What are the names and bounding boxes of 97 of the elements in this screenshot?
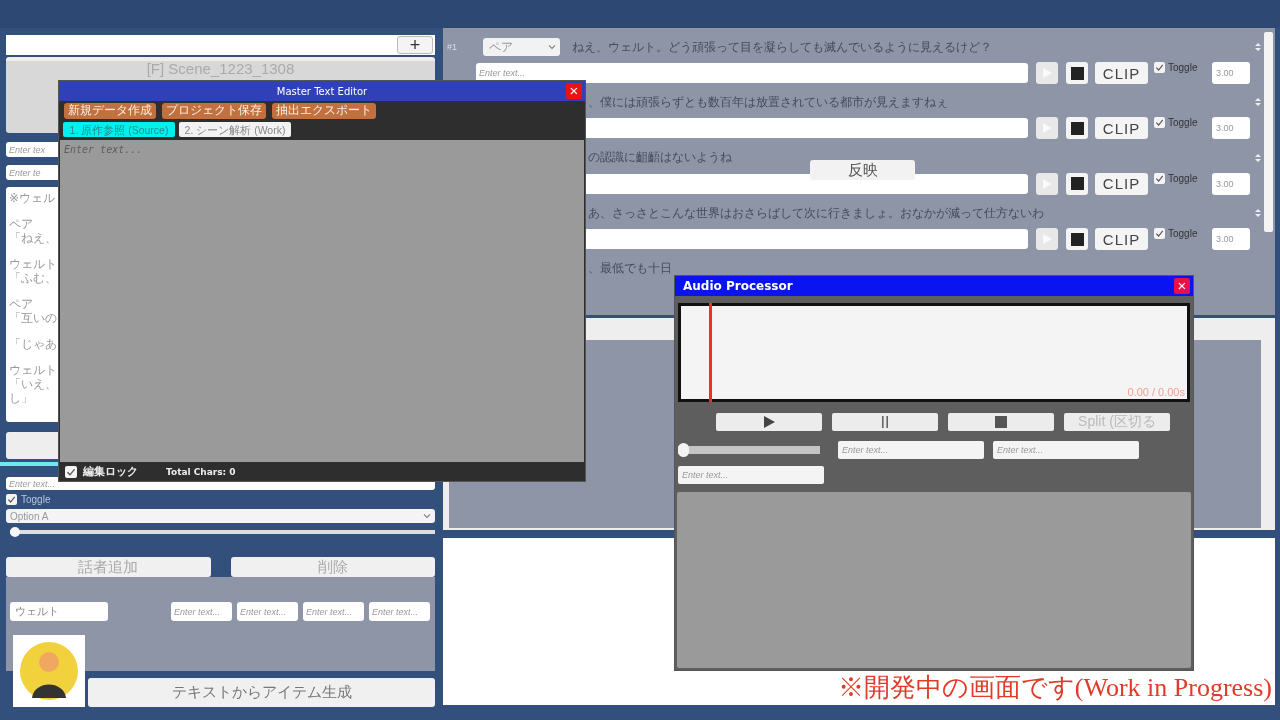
duration-field[interactable]: 3.00 xyxy=(1212,62,1250,84)
close-button[interactable]: × xyxy=(566,83,582,99)
waveform-area[interactable]: 0.00 / 0.00s xyxy=(678,303,1190,402)
text-input[interactable]: Enter text... xyxy=(838,441,984,459)
dialogue-text: 、僕には頑張らずとも数百年は放置されている都市が見えますねぇ xyxy=(588,93,948,111)
char-count: Total Chars: 0 xyxy=(166,466,236,477)
time-readout: 0.00 / 0.00s xyxy=(1127,386,1185,398)
option-dropdown[interactable]: Option A xyxy=(6,509,435,523)
script-line: 「互いの xyxy=(9,311,57,325)
script-line: 「ねえ、 xyxy=(9,231,57,245)
toolbar-button[interactable]: プロジェクト保存 xyxy=(162,102,266,119)
check-icon xyxy=(1155,173,1164,183)
script-line: ペア xyxy=(9,217,33,231)
clip-button[interactable]: CLIP xyxy=(1095,62,1148,84)
speaker-button[interactable]: 話者追加 xyxy=(6,557,211,577)
checkbox[interactable] xyxy=(6,493,17,505)
reorder-icon[interactable] xyxy=(1255,98,1261,107)
check-icon xyxy=(66,466,76,477)
text-input[interactable]: Enter text... xyxy=(369,602,430,621)
checkbox[interactable] xyxy=(1154,228,1165,240)
stop-button[interactable] xyxy=(1066,117,1088,140)
text-input[interactable]: Enter text... xyxy=(993,441,1139,459)
duration-field[interactable]: 3.00 xyxy=(1212,172,1250,195)
dialogue-text: ねえ、ウェルト。どう頑張って目を凝らしても滅んでいるように見えるけど？ xyxy=(572,38,992,56)
duration-field[interactable]: 3.00 xyxy=(1212,228,1250,251)
toggle-label: Toggle xyxy=(1168,62,1198,73)
toggle-label: Toggle xyxy=(21,493,51,505)
clip-button[interactable]: CLIP xyxy=(1095,117,1148,140)
script-line: ペア xyxy=(9,297,33,311)
slider-thumb[interactable] xyxy=(10,527,20,537)
stop-icon xyxy=(1070,121,1084,135)
check-icon xyxy=(7,494,16,504)
window-title: Audio Processor xyxy=(683,279,793,293)
check-icon xyxy=(1155,63,1164,72)
editor-text-area[interactable]: Enter text... xyxy=(60,140,584,462)
dialogue-text: あ、さっさとこんな世界はおさらばして次に行きましょ。おなかが減って仕方ないわ xyxy=(588,204,1044,222)
checkbox[interactable] xyxy=(65,465,77,478)
script-line: 「じゃあ xyxy=(9,337,57,351)
line-input[interactable]: Enter text... xyxy=(476,63,1028,83)
toggle-label: Toggle xyxy=(1168,172,1198,184)
pause-icon xyxy=(882,416,888,428)
toggle-label: Toggle xyxy=(1168,228,1198,240)
speaker-button[interactable]: 削除 xyxy=(230,557,435,577)
tab[interactable]: 2. シーン解析 (Work) xyxy=(179,122,291,137)
stop-button[interactable] xyxy=(948,413,1054,431)
line-number: #1 xyxy=(447,42,458,52)
script-line: ※ウェル xyxy=(9,191,56,205)
dialogue-text: の認識に齟齬はないようね xyxy=(588,149,732,167)
toolbar-button[interactable]: 抽出エクスポート xyxy=(272,102,376,119)
caption-text: ※開発中の画面です(Work in Progress) xyxy=(837,672,1272,704)
dialogue-text: 、最低でも十日 xyxy=(588,260,672,278)
chevron-down-icon xyxy=(548,44,556,50)
slider-thumb[interactable] xyxy=(678,443,689,457)
script-line: ウェルト xyxy=(9,257,57,271)
play-icon xyxy=(763,416,775,428)
speaker-dropdown[interactable]: ペア xyxy=(483,38,560,56)
reorder-icon[interactable] xyxy=(1255,43,1261,51)
stop-icon xyxy=(995,416,1007,428)
stop-icon xyxy=(1070,177,1084,191)
duration-field[interactable]: 3.00 xyxy=(1212,117,1250,140)
checkbox[interactable] xyxy=(1154,172,1165,184)
text-input[interactable]: Enter text... xyxy=(678,466,824,484)
toolbar-button[interactable]: 新規データ作成 xyxy=(64,102,156,119)
stop-button[interactable] xyxy=(1066,172,1088,195)
clip-button[interactable]: CLIP xyxy=(1095,172,1148,195)
generate-items-button[interactable]: テキストからアイテム生成 xyxy=(88,678,435,707)
text-input[interactable]: Enter text... xyxy=(171,602,232,621)
stop-icon xyxy=(1070,232,1084,246)
speaker-name-input[interactable]: ウェルト xyxy=(10,602,108,621)
tab[interactable]: 1. 原作参照 (Source) xyxy=(63,122,175,137)
lock-label: 編集ロック xyxy=(83,464,138,479)
checkbox[interactable] xyxy=(1154,117,1165,129)
play-button[interactable] xyxy=(716,413,822,431)
slider-track[interactable] xyxy=(10,527,435,537)
add-button[interactable]: + xyxy=(397,36,433,54)
reflect-button[interactable]: 反映 xyxy=(810,160,915,180)
reorder-icon[interactable] xyxy=(1255,153,1261,162)
scrollbar[interactable] xyxy=(1264,32,1273,232)
clip-button[interactable]: CLIP xyxy=(1095,228,1148,251)
toggle-label: Toggle xyxy=(1168,117,1198,129)
text-input[interactable]: Enter text... xyxy=(237,602,298,621)
slider-track[interactable] xyxy=(678,443,820,457)
check-icon xyxy=(1155,118,1164,128)
script-line: 「いえ、 xyxy=(9,377,57,391)
stop-button[interactable] xyxy=(1066,62,1088,84)
script-line: ウェルト xyxy=(9,363,57,377)
check-icon xyxy=(1155,229,1164,239)
script-line: 「ふむ、 xyxy=(9,271,57,285)
checkbox[interactable] xyxy=(1154,62,1165,73)
stop-icon xyxy=(1070,66,1084,80)
text-input[interactable]: Enter text... xyxy=(303,602,364,621)
script-line: し」 xyxy=(9,391,33,405)
window-title: Master Text Editor xyxy=(276,85,368,97)
chevron-down-icon xyxy=(423,513,431,519)
stop-button[interactable] xyxy=(1066,228,1088,251)
close-button[interactable]: × xyxy=(1174,278,1190,294)
reorder-icon[interactable] xyxy=(1255,209,1261,218)
